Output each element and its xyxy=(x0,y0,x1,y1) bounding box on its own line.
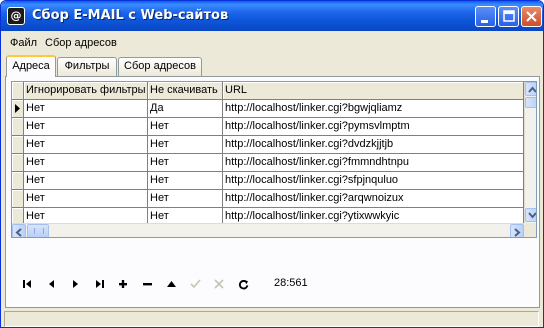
cross-icon xyxy=(214,279,224,289)
menu-file[interactable]: Файл xyxy=(10,37,37,49)
last-record-button[interactable] xyxy=(88,273,111,295)
insert-record-button[interactable] xyxy=(112,273,135,295)
table-row[interactable]: Нет Да http://localhost/linker.cgi?bgwjqli… xyxy=(12,100,524,118)
row-indicator[interactable] xyxy=(12,100,24,118)
cell-no-download[interactable]: Нет xyxy=(148,190,223,208)
horizontal-scrollbar[interactable] xyxy=(12,223,524,237)
vertical-scrollbar[interactable] xyxy=(524,82,536,223)
scroll-up-button[interactable] xyxy=(525,82,536,96)
cell-no-download[interactable]: Нет xyxy=(148,118,223,136)
table-row[interactable]: Нет Нет http://localhost/linker.cgi?arqwno… xyxy=(12,190,524,208)
prior-record-button[interactable] xyxy=(40,273,63,295)
cancel-record-button[interactable] xyxy=(208,273,231,295)
next-record-button[interactable] xyxy=(64,273,87,295)
status-bar xyxy=(1,308,543,327)
db-navigator: 28:561 xyxy=(16,273,316,295)
triangle-up-icon xyxy=(167,281,176,287)
next-icon xyxy=(73,280,78,288)
refresh-records-button[interactable] xyxy=(232,273,255,295)
chevron-left-icon xyxy=(15,228,22,237)
first-record-button[interactable] xyxy=(16,273,39,295)
table-row[interactable]: Нет Нет http://localhost/linker.cgi?fmmndh… xyxy=(12,154,524,172)
tab-filters[interactable]: Фильтры xyxy=(57,57,117,76)
table-row[interactable]: Нет Нет http://localhost/linker.cgi?dvdzkj… xyxy=(12,136,524,154)
row-indicator[interactable] xyxy=(12,118,24,136)
plus-icon xyxy=(119,280,127,288)
tab-addresses[interactable]: Адреса xyxy=(6,55,56,77)
vertical-scroll-thumb[interactable] xyxy=(525,97,536,108)
cell-no-download[interactable]: Да xyxy=(148,100,223,118)
window-title: Сбор E-MAIL с Web-сайтов xyxy=(32,8,229,23)
current-row-arrow-icon xyxy=(15,104,20,113)
close-icon xyxy=(526,11,537,22)
scroll-down-button[interactable] xyxy=(525,208,536,222)
edit-record-button[interactable] xyxy=(160,273,183,295)
chevron-up-icon xyxy=(528,86,536,93)
cell-url[interactable]: http://localhost/linker.cgi?bgwjqliamz xyxy=(223,100,524,118)
grid-header: Игнорировать фильтры Не скачивать URL xyxy=(12,82,524,100)
main-window: @ Сбор E-MAIL с Web-сайтов Файл Сбор адр… xyxy=(0,0,544,328)
record-position: 28:561 xyxy=(274,277,308,289)
minimize-button[interactable] xyxy=(475,6,496,27)
menu-bar: Файл Сбор адресов xyxy=(4,34,540,52)
scroll-left-button[interactable] xyxy=(12,224,26,237)
horizontal-scroll-thumb[interactable] xyxy=(27,224,49,237)
cell-ignore-filters[interactable]: Нет xyxy=(24,118,148,136)
scroll-corner xyxy=(524,223,536,237)
delete-record-button[interactable] xyxy=(136,273,159,295)
tab-strip: Адреса Фильтры Сбор адресов xyxy=(5,55,535,77)
tab-panel-addresses: Игнорировать фильтры Не скачивать URL Не… xyxy=(5,76,540,308)
column-header-ignore-filters[interactable]: Игнорировать фильтры xyxy=(24,82,148,100)
minus-icon xyxy=(143,283,152,286)
cell-no-download[interactable]: Нет xyxy=(148,136,223,154)
check-icon xyxy=(190,279,201,289)
row-indicator[interactable] xyxy=(12,136,24,154)
last-icon xyxy=(96,280,104,288)
column-header-no-download[interactable]: Не скачивать xyxy=(148,82,223,100)
row-indicator[interactable] xyxy=(12,154,24,172)
maximize-icon xyxy=(503,10,515,22)
table-row[interactable]: Нет Нет http://localhost/linker.cgi?sfpjnq… xyxy=(12,172,524,190)
cell-no-download[interactable]: Нет xyxy=(148,154,223,172)
tab-collect-addresses[interactable]: Сбор адресов xyxy=(118,57,202,76)
first-icon xyxy=(23,280,31,288)
cell-url[interactable]: http://localhost/linker.cgi?pymsvlmptm xyxy=(223,118,524,136)
cell-ignore-filters[interactable]: Нет xyxy=(24,154,148,172)
cell-url[interactable]: http://localhost/linker.cgi?fmmndhtnpu xyxy=(223,154,524,172)
app-at-icon: @ xyxy=(7,7,25,25)
chevron-right-icon xyxy=(514,228,521,237)
cell-ignore-filters[interactable]: Нет xyxy=(24,136,148,154)
maximize-button[interactable] xyxy=(498,6,519,27)
column-header-url[interactable]: URL xyxy=(223,82,524,100)
post-record-button[interactable] xyxy=(184,273,207,295)
close-button[interactable] xyxy=(521,6,542,27)
cell-url[interactable]: http://localhost/linker.cgi?dvdzkjjtjb xyxy=(223,136,524,154)
cell-url[interactable]: http://localhost/linker.cgi?sfpjnquluo xyxy=(223,172,524,190)
chevron-down-icon xyxy=(528,212,536,219)
scroll-right-button[interactable] xyxy=(510,224,524,237)
cell-no-download[interactable]: Нет xyxy=(148,172,223,190)
table-row[interactable]: Нет Нет http://localhost/linker.cgi?pymsvl… xyxy=(12,118,524,136)
minimize-icon xyxy=(481,20,488,23)
address-grid[interactable]: Игнорировать фильтры Не скачивать URL Не… xyxy=(11,81,537,238)
row-indicator[interactable] xyxy=(12,190,24,208)
cell-ignore-filters[interactable]: Нет xyxy=(24,190,148,208)
menu-collect-addresses[interactable]: Сбор адресов xyxy=(45,37,117,49)
refresh-icon xyxy=(238,280,249,290)
cell-ignore-filters[interactable]: Нет xyxy=(24,100,148,118)
header-indicator xyxy=(12,82,24,100)
prior-icon xyxy=(49,280,54,288)
row-indicator[interactable] xyxy=(12,172,24,190)
cell-url[interactable]: http://localhost/linker.cgi?arqwnoizux xyxy=(223,190,524,208)
title-bar[interactable]: @ Сбор E-MAIL с Web-сайтов xyxy=(1,1,543,31)
status-panel xyxy=(4,311,539,327)
cell-ignore-filters[interactable]: Нет xyxy=(24,172,148,190)
